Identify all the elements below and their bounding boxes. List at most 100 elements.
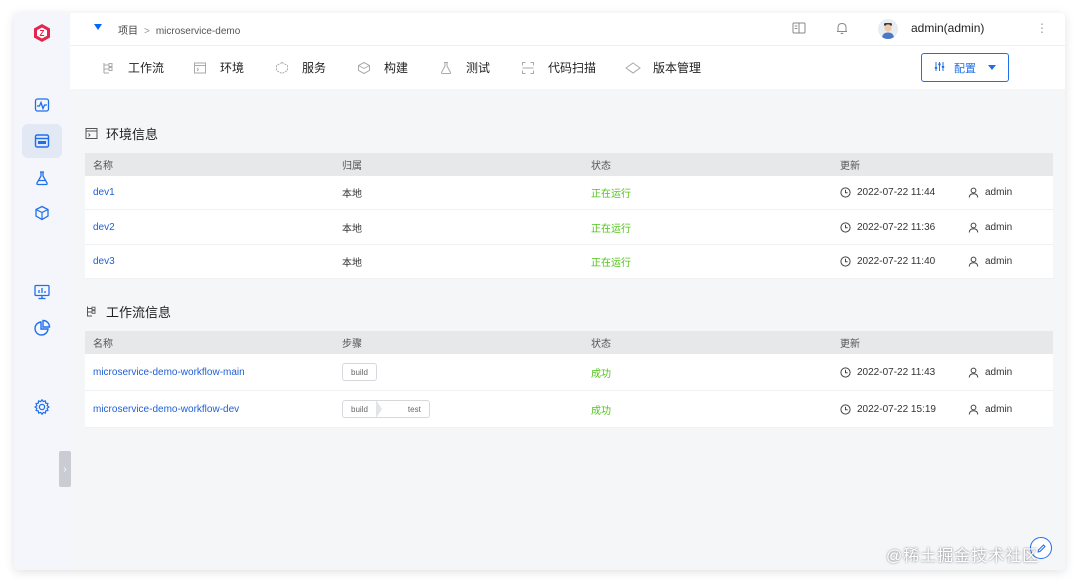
docs-icon[interactable] bbox=[792, 21, 806, 40]
workflow-name-link[interactable]: microservice-demo-workflow-dev bbox=[93, 404, 239, 415]
updated-time: 2022-07-22 11:36 bbox=[840, 222, 935, 233]
env-name-link[interactable]: dev3 bbox=[93, 256, 115, 267]
sidebar: Z › bbox=[14, 13, 71, 570]
user-text: admin bbox=[985, 221, 1013, 233]
col-owner: 归属 bbox=[342, 161, 362, 172]
workflow-status: 成功 bbox=[591, 405, 611, 417]
environment-icon bbox=[84, 127, 98, 141]
env-status: 正在运行 bbox=[591, 189, 631, 200]
col-status: 状态 bbox=[591, 339, 611, 350]
time-text: 2022-07-22 11:40 bbox=[857, 256, 936, 267]
service-icon bbox=[274, 60, 290, 76]
sidebar-expand-toggle[interactable]: › bbox=[59, 451, 71, 487]
clock-icon bbox=[840, 221, 851, 233]
tab-label: 服务 bbox=[302, 61, 327, 75]
tab-environment[interactable]: 环境 bbox=[192, 59, 244, 76]
workflow-status: 成功 bbox=[591, 368, 611, 380]
tab-label: 工作流 bbox=[128, 61, 165, 75]
workflow-section-title: 工作流信息 bbox=[84, 302, 171, 321]
package-icon bbox=[35, 205, 49, 221]
sidebar-item-projects[interactable] bbox=[22, 124, 62, 158]
user-icon bbox=[968, 222, 979, 233]
step-chip[interactable]: build test bbox=[342, 400, 430, 418]
user-text: admin bbox=[985, 403, 1013, 415]
more-vertical-icon[interactable]: ⋮ bbox=[1036, 21, 1048, 35]
env-status: 正在运行 bbox=[591, 258, 631, 269]
pulse-icon bbox=[34, 98, 50, 112]
sidebar-item-settings[interactable] bbox=[22, 390, 62, 424]
config-button[interactable]: 配置 bbox=[921, 53, 1009, 82]
breadcrumb-project: microservice-demo bbox=[155, 26, 241, 37]
env-name-link[interactable]: dev1 bbox=[93, 187, 115, 198]
updated-user: admin bbox=[968, 187, 1012, 198]
tab-label: 代码扫描 bbox=[548, 61, 597, 75]
table-row: microservice-demo-workflow-main build 成功… bbox=[85, 354, 1053, 391]
monitor-icon bbox=[34, 284, 50, 300]
tab-label: 测试 bbox=[466, 61, 491, 75]
sidebar-item-monitor[interactable] bbox=[22, 88, 62, 122]
table-row: dev2 本地 正在运行 2022-07-22 11:36 admin bbox=[85, 210, 1053, 245]
updated-user: admin bbox=[968, 404, 1012, 415]
user-icon bbox=[968, 187, 979, 198]
bell-icon[interactable] bbox=[835, 21, 849, 40]
caret-down-icon[interactable] bbox=[94, 24, 102, 30]
env-name-link[interactable]: dev2 bbox=[93, 222, 115, 233]
step-label: test bbox=[407, 404, 421, 414]
sidebar-item-delivery[interactable] bbox=[22, 196, 62, 230]
breadcrumb-root[interactable]: 项目 bbox=[118, 26, 138, 37]
env-section-title: 环境信息 bbox=[84, 124, 158, 143]
sidebar-item-statistics[interactable] bbox=[22, 311, 62, 345]
updated-time: 2022-07-22 11:44 bbox=[840, 187, 935, 198]
time-text: 2022-07-22 11:36 bbox=[857, 221, 936, 233]
caret-down-icon bbox=[988, 65, 996, 70]
user-icon bbox=[968, 404, 979, 415]
tab-test[interactable]: 测试 bbox=[438, 59, 490, 76]
environment-icon bbox=[192, 60, 208, 76]
chevron-right-icon bbox=[375, 401, 398, 417]
version-icon bbox=[625, 60, 641, 76]
user-icon bbox=[968, 367, 979, 378]
step-chip[interactable]: build bbox=[342, 363, 377, 381]
env-owner: 本地 bbox=[342, 189, 362, 200]
test-icon bbox=[438, 60, 454, 76]
breadcrumb: 项目 > microservice-demo bbox=[118, 22, 240, 37]
project-icon bbox=[34, 134, 50, 148]
col-name: 名称 bbox=[93, 161, 113, 172]
col-updated: 更新 bbox=[840, 339, 860, 350]
updated-user: admin bbox=[968, 256, 1012, 267]
workflow-table: 名称 步骤 状态 更新 microservice-demo-workflow-m… bbox=[85, 331, 1053, 428]
updated-time: 2022-07-22 15:19 bbox=[840, 404, 936, 415]
table-row: dev3 本地 正在运行 2022-07-22 11:40 admin bbox=[85, 245, 1053, 279]
sidebar-item-dashboard[interactable] bbox=[22, 275, 62, 309]
user-text: admin bbox=[985, 187, 1013, 198]
tab-code-scan[interactable]: 代码扫描 bbox=[520, 59, 596, 76]
tab-service[interactable]: 服务 bbox=[274, 59, 326, 76]
env-owner: 本地 bbox=[342, 223, 362, 235]
sliders-icon bbox=[934, 61, 945, 75]
env-table: 名称 归属 状态 更新 dev1 本地 正在运行 2022-07-22 11:4… bbox=[85, 153, 1053, 279]
user-icon bbox=[968, 256, 979, 267]
svg-text:Z: Z bbox=[40, 29, 45, 38]
scan-icon bbox=[520, 60, 536, 76]
user-text: admin bbox=[985, 366, 1013, 378]
workflow-name-link[interactable]: microservice-demo-workflow-main bbox=[93, 367, 245, 378]
workflow-steps: build bbox=[342, 363, 377, 381]
user-name[interactable]: admin(admin) bbox=[911, 21, 984, 35]
sidebar-item-test[interactable] bbox=[22, 161, 62, 195]
clock-icon bbox=[840, 403, 851, 415]
gear-icon bbox=[34, 398, 50, 416]
clock-icon bbox=[840, 366, 851, 378]
clock-icon bbox=[840, 256, 851, 267]
avatar[interactable] bbox=[878, 19, 898, 39]
tab-label: 构建 bbox=[384, 61, 409, 75]
watermark-text: @稀土掘金技术社区 bbox=[886, 548, 1040, 565]
tab-label: 环境 bbox=[220, 61, 245, 75]
tab-workflow[interactable]: 工作流 bbox=[100, 59, 164, 76]
project-nav-tabs: 工作流 环境 服务 构建 测试 代码扫描 版本管理 配置 bbox=[70, 45, 1065, 89]
logo-icon[interactable]: Z bbox=[32, 23, 52, 43]
tab-build[interactable]: 构建 bbox=[356, 59, 408, 76]
clock-icon bbox=[840, 187, 851, 198]
workflow-icon bbox=[100, 60, 116, 76]
tab-version-management[interactable]: 版本管理 bbox=[625, 59, 701, 76]
step-label: build bbox=[351, 367, 368, 377]
